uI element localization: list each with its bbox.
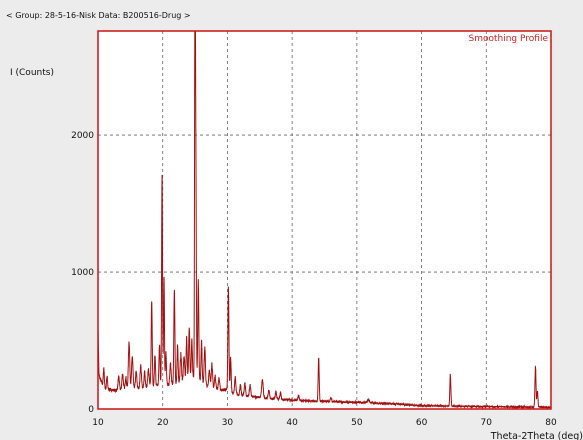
x-axis-label: Theta-2Theta (deg)	[490, 431, 583, 440]
x-tick-label: 30	[222, 418, 234, 428]
x-tick-label: 10	[92, 418, 104, 428]
y-tick-label: 0	[88, 405, 94, 415]
chart-title: Smoothing Profile	[469, 34, 549, 44]
x-tick-label: 80	[545, 418, 557, 428]
x-tick-label: 40	[286, 418, 298, 428]
xrd-chart: 10 20 30 40 50 60 70 80 0 1000 2000 Smoothing Prof…	[71, 30, 583, 440]
x-tick-label: 70	[481, 418, 493, 428]
chart-window: < Group: 28-5-16-Nisk Data: B200516-Drug…	[0, 0, 583, 440]
x-tick-label: 50	[351, 418, 363, 428]
x-tick-label: 60	[416, 418, 428, 428]
x-tick-label: 20	[157, 418, 169, 428]
y-tick-label: 1000	[71, 268, 94, 278]
y-tick-label: 2000	[71, 131, 94, 141]
